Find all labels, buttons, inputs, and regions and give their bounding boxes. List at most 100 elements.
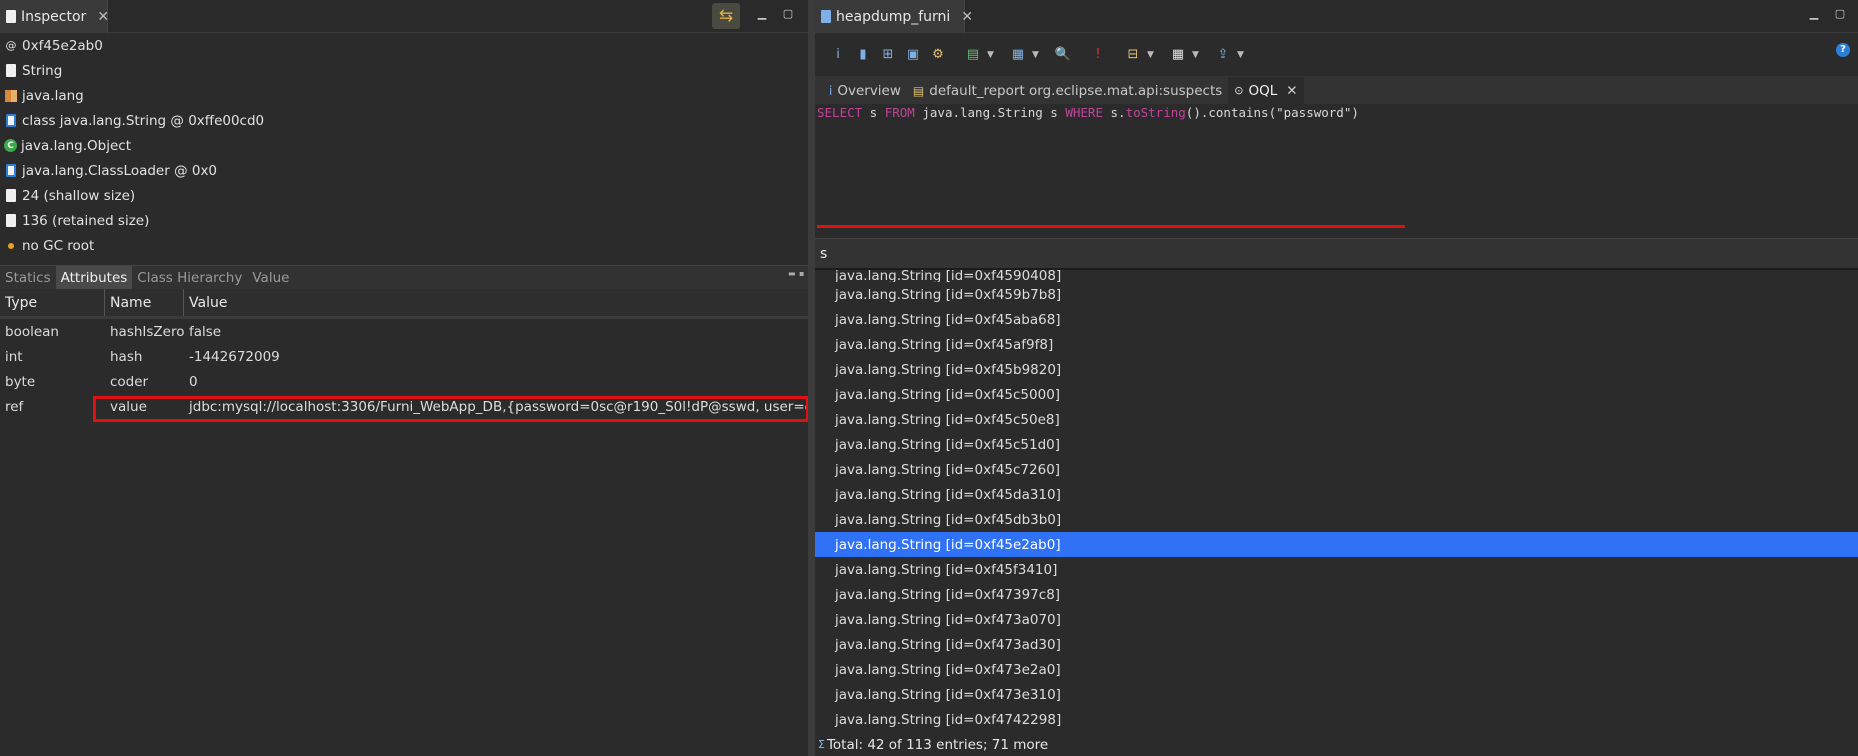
at-icon: @ bbox=[5, 39, 17, 52]
list-item[interactable]: java.lang.String [id=0xf473e310] bbox=[815, 682, 1858, 707]
result-total-row[interactable]: Σ Total: 42 of 113 entries; 71 more bbox=[815, 732, 1858, 756]
editor-view-bar: heapdump_furni ✕ ▁ ▢ bbox=[815, 0, 1858, 33]
tab-default-report[interactable]: ▤ default_report org.eclipse.mat.api:sus… bbox=[907, 77, 1228, 104]
maximize-icon[interactable]: ▪ bbox=[799, 269, 804, 278]
tab-heapdump-furni[interactable]: heapdump_furni ✕ bbox=[815, 0, 973, 33]
tab-statics[interactable]: Statics bbox=[0, 266, 56, 289]
list-item[interactable]: java.lang.String [id=0xf4590408] bbox=[815, 270, 1858, 282]
tab-value[interactable]: Value bbox=[247, 266, 294, 289]
oql-icon: ⊙ bbox=[1234, 84, 1244, 97]
column-header-value[interactable]: Value bbox=[184, 289, 808, 316]
maximize-icon[interactable]: ▢ bbox=[1834, 8, 1846, 20]
list-item[interactable]: java.lang.String [id=0xf45c51d0] bbox=[815, 432, 1858, 457]
tab-class-hierarchy[interactable]: Class Hierarchy bbox=[132, 266, 247, 289]
table-header: Type Name Value bbox=[0, 289, 808, 319]
dominator-tree-icon[interactable]: ⊞ bbox=[877, 44, 899, 66]
list-item[interactable]: java.lang.String [id=0xf45c5000] bbox=[815, 382, 1858, 407]
pane-splitter[interactable] bbox=[808, 0, 815, 756]
tab-oql[interactable]: ⊙ OQL ✕ bbox=[1228, 77, 1304, 104]
list-item[interactable]: java.lang.String [id=0xf473e2a0] bbox=[815, 657, 1858, 682]
inspector-icon bbox=[6, 10, 16, 23]
export-icon[interactable]: ⇪ bbox=[1212, 44, 1234, 66]
page-icon bbox=[6, 214, 16, 227]
minimize-icon[interactable]: ▁ bbox=[756, 8, 768, 20]
oql-icon[interactable]: ▣ bbox=[902, 44, 924, 66]
summary-superclass[interactable]: C java.lang.Object bbox=[0, 133, 808, 158]
run-report-icon[interactable]: ▤ bbox=[962, 44, 984, 66]
class-c-icon: C bbox=[4, 139, 17, 152]
heapdump-icon bbox=[821, 10, 831, 23]
group-by-icon[interactable]: ⊟ bbox=[1122, 44, 1144, 66]
close-icon[interactable]: ✕ bbox=[97, 9, 109, 25]
minimize-icon[interactable]: ▬ bbox=[788, 269, 796, 278]
list-item[interactable]: java.lang.String [id=0xf459b7b8] bbox=[815, 282, 1858, 307]
summary-retained-size[interactable]: 136 (retained size) bbox=[0, 208, 808, 233]
search-icon[interactable]: 🔍 bbox=[1052, 44, 1074, 66]
package-icon bbox=[5, 89, 17, 102]
info-icon: i bbox=[829, 83, 833, 98]
oql-query-editor[interactable]: SELECT s FROM java.lang.String s WHERE s… bbox=[815, 104, 1858, 238]
chevron-down-icon[interactable]: ▼ bbox=[987, 50, 999, 60]
close-icon[interactable]: ✕ bbox=[961, 9, 973, 25]
query-keyword-select: SELECT bbox=[817, 105, 863, 120]
list-item[interactable]: java.lang.String [id=0xf45b9820] bbox=[815, 357, 1858, 382]
alert-icon[interactable]: ! bbox=[1087, 44, 1109, 66]
thread-overview-icon[interactable]: ⚙ bbox=[927, 44, 949, 66]
report-icon: ▤ bbox=[912, 83, 925, 98]
calculate-icon[interactable]: ▦ bbox=[1167, 44, 1189, 66]
list-item[interactable]: java.lang.String [id=0xf45db3b0] bbox=[815, 507, 1858, 532]
query-browser-icon[interactable]: ▦ bbox=[1007, 44, 1029, 66]
minimize-icon[interactable]: ▁ bbox=[1808, 8, 1820, 20]
editor-tab-strip: i Overview ▤ default_report org.eclipse.… bbox=[815, 76, 1858, 104]
table-row[interactable]: int hash -1442672009 bbox=[0, 344, 808, 369]
summary-classloader[interactable]: java.lang.ClassLoader @ 0x0 bbox=[0, 158, 808, 183]
list-item[interactable]: java.lang.String [id=0xf45aba68] bbox=[815, 307, 1858, 332]
list-item[interactable]: java.lang.String [id=0xf4742298] bbox=[815, 707, 1858, 732]
list-item[interactable]: java.lang.String [id=0xf45f3410] bbox=[815, 557, 1858, 582]
query-keyword-where: WHERE bbox=[1065, 105, 1103, 120]
help-icon[interactable]: ? bbox=[1836, 43, 1850, 57]
table-row[interactable]: boolean hashIsZero false bbox=[0, 319, 808, 344]
summary-shallow-size[interactable]: 24 (shallow size) bbox=[0, 183, 808, 208]
summary-class-object[interactable]: class java.lang.String @ 0xffe00cd0 bbox=[0, 108, 808, 133]
tab-overview[interactable]: i Overview bbox=[823, 77, 907, 104]
chevron-down-icon[interactable]: ▼ bbox=[1147, 50, 1159, 60]
result-column-header[interactable]: s bbox=[815, 238, 1858, 270]
chevron-down-icon[interactable]: ▼ bbox=[1032, 50, 1044, 60]
info-icon[interactable]: i bbox=[827, 44, 849, 66]
sum-icon: Σ bbox=[818, 738, 825, 751]
tab-attributes[interactable]: Attributes bbox=[55, 266, 133, 289]
page-icon bbox=[6, 189, 16, 202]
list-item[interactable]: java.lang.String [id=0xf47397c8] bbox=[815, 582, 1858, 607]
table-row[interactable]: byte coder 0 bbox=[0, 369, 808, 394]
heapdump-editor: heapdump_furni ✕ ▁ ▢ i ▮ ⊞ ▣ ⚙ ▤ ▼ ▦ ▼ 🔍… bbox=[815, 0, 1858, 756]
list-item[interactable]: java.lang.String [id=0xf473ad30] bbox=[815, 632, 1858, 657]
list-item[interactable]: java.lang.String [id=0xf45c50e8] bbox=[815, 407, 1858, 432]
column-header-name[interactable]: Name bbox=[105, 289, 184, 316]
page-icon bbox=[6, 64, 16, 77]
inspector-tab-strip: Statics Attributes Class Hierarchy Value… bbox=[0, 265, 808, 289]
highlight-box bbox=[93, 396, 809, 422]
summary-address[interactable]: @ 0xf45e2ab0 bbox=[0, 33, 808, 58]
list-item[interactable]: java.lang.String [id=0xf45c7260] bbox=[815, 457, 1858, 482]
link-with-view-button[interactable]: ⇆ bbox=[712, 3, 740, 29]
maximize-icon[interactable]: ▢ bbox=[782, 8, 794, 20]
attributes-table: Type Name Value boolean hashIsZero false… bbox=[0, 289, 876, 756]
list-item[interactable]: java.lang.String [id=0xf45af9f8] bbox=[815, 332, 1858, 357]
summary-gc-root[interactable]: no GC root bbox=[0, 233, 808, 258]
list-item[interactable]: java.lang.String [id=0xf473a070] bbox=[815, 607, 1858, 632]
summary-package[interactable]: java.lang bbox=[0, 83, 808, 108]
list-item-selected[interactable]: java.lang.String [id=0xf45e2ab0] bbox=[815, 532, 1858, 557]
query-underline bbox=[817, 225, 1405, 228]
query-keyword-from: FROM bbox=[884, 105, 915, 120]
query-result-list: java.lang.String [id=0xf4590408] java.la… bbox=[815, 270, 1858, 756]
result-total-label: Total: 42 of 113 entries; 71 more bbox=[826, 736, 1049, 753]
summary-class-name[interactable]: String bbox=[0, 58, 808, 83]
chevron-down-icon[interactable]: ▼ bbox=[1192, 50, 1204, 60]
list-item[interactable]: java.lang.String [id=0xf45da310] bbox=[815, 482, 1858, 507]
histogram-icon[interactable]: ▮ bbox=[852, 44, 874, 66]
tab-inspector[interactable]: Inspector ✕ bbox=[0, 0, 109, 33]
close-icon[interactable]: ✕ bbox=[1286, 83, 1297, 99]
chevron-down-icon[interactable]: ▼ bbox=[1237, 50, 1249, 60]
column-header-type[interactable]: Type bbox=[0, 289, 105, 316]
